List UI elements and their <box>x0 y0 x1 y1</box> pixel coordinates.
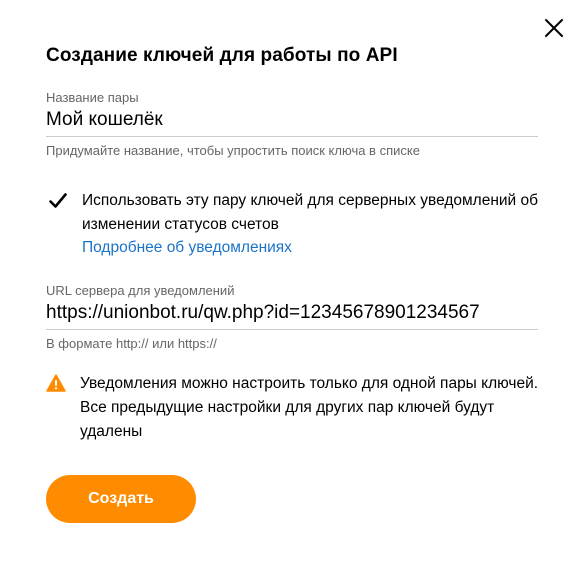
notification-url-label: URL сервера для уведомлений <box>46 283 235 298</box>
key-pair-name-label: Название пары <box>46 90 139 105</box>
key-pair-name-field: Название пары Придумайте название, чтобы… <box>46 90 538 159</box>
create-button[interactable]: Создать <box>46 475 196 523</box>
server-notifications-checkbox[interactable] <box>48 191 68 211</box>
key-pair-name-hint: Придумайте название, чтобы упростить пои… <box>46 143 420 158</box>
notification-url-hint: В формате http:// или https:// <box>46 336 217 351</box>
notifications-more-link[interactable]: Подробнее об уведомлениях <box>82 236 292 260</box>
key-pair-name-input[interactable] <box>46 106 538 137</box>
close-button[interactable] <box>542 16 566 40</box>
notification-url-input[interactable] <box>46 299 538 330</box>
warning-icon <box>46 374 66 392</box>
warning-text: Уведомления можно настроить только для о… <box>80 375 539 440</box>
checkmark-icon <box>49 193 67 208</box>
server-notifications-label: Использовать эту пару ключей для серверн… <box>82 192 539 233</box>
dialog-title: Создание ключей для работы по API <box>46 45 398 66</box>
notification-url-field: URL сервера для уведомлений В формате ht… <box>46 283 538 352</box>
create-api-keys-dialog: Создание ключей для работы по API Назван… <box>0 0 582 562</box>
close-icon <box>545 19 563 37</box>
